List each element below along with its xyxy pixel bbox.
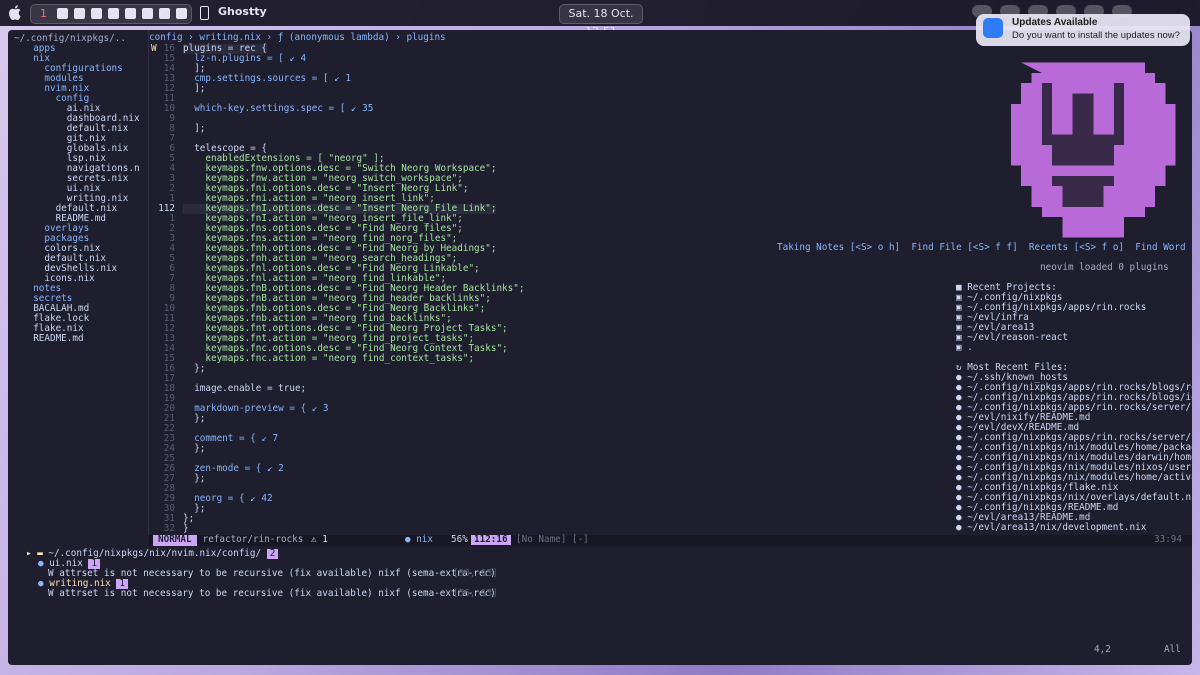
status-line: NORMAL refactor/rin-rocks ⚠ 1 ● nix 56% … [149,535,1192,546]
phone-icon [200,6,209,20]
dashboard-shortcuts[interactable]: Taking Notes [<S> o h] Find File [<S> f … [777,243,1192,253]
code-line[interactable]: image.enable = true; [183,384,306,394]
discord-icon [142,8,153,19]
active-app-name[interactable]: Ghostty [218,5,267,18]
code-line[interactable]: keymaps.fnc.action = "neorg find_context… [183,354,474,364]
qf-location2: [56, 13] [453,588,498,599]
warning-count: ⚠ 1 [311,534,328,545]
qf-location1: [98, 13] [453,568,498,579]
file-percent: 56% [451,534,468,545]
no-name-buffer: [No Name] [-] [516,534,589,545]
notification-title: Updates Available [1012,17,1098,28]
code-line[interactable]: }; [183,414,205,424]
code-line[interactable]: which-key.settings.spec = [ ↙ 35 [183,104,373,114]
telegram-icon [176,8,187,19]
code-line[interactable]: ]; [183,84,205,94]
qf-cursor-pos: 4,2 [1094,644,1111,655]
code-line[interactable]: } [183,524,189,534]
workspace-indicator[interactable]: 1 [30,4,192,24]
terminal-window[interactable]: ~/.config/nixpkgs/.. apps nix configurat… [8,30,1192,665]
workspace-number: 1 [40,7,47,20]
recent-file-item[interactable]: ● ~/evl/area13/nix/development.nix [956,523,1146,533]
tree-item[interactable]: README.md [22,334,83,344]
git-branch: refactor/rin-rocks [197,534,304,545]
line-number: 32 [163,523,175,534]
code-line[interactable]: }; [183,474,205,484]
skull-logo [1010,62,1176,238]
qf-message2[interactable]: W attrset is not necessary to be recursi… [48,589,496,599]
filetype: ● nix [405,534,433,545]
code-editor[interactable]: config › writing.nix › ƒ (anonymous lamb… [149,30,524,535]
right-position: 33:94 [1154,534,1182,545]
gamepad-icon [91,8,102,19]
code-line[interactable]: cmp.settings.sources = [ ↙ 1 [183,74,351,84]
mode-indicator: NORMAL [153,535,197,546]
clock[interactable]: Sat. 18 Oct. 13:51 [559,4,643,38]
chat-icon [159,8,170,19]
calendar-icon [74,8,85,19]
dashboard: Taking Notes [<S> o h] Find File [<S> f … [513,30,1192,535]
workspace-app-icons [57,8,187,19]
code-line[interactable]: }; [183,444,205,454]
notification-body: Do you want to install the updates now? [1012,30,1180,41]
mail-icon [108,8,119,19]
whatsapp-icon [125,8,136,19]
app-store-icon [983,18,1003,38]
terminal-icon [57,8,68,19]
file-tree[interactable]: ~/.config/nixpkgs/.. apps nix configurat… [8,30,149,535]
quickfix-panel[interactable]: ▸ ▬ ~/.config/nixpkgs/nix/nvim.nix/confi… [8,546,1192,665]
code-line[interactable]: }; [183,364,205,374]
qf-dir-count: 2 [266,549,279,559]
plugins-loaded: neovim loaded 0 plugins [1040,262,1169,273]
code-line[interactable]: ]; [183,124,205,134]
cursor-position: 112:16 [471,535,511,545]
recent-project-item[interactable]: ▣ . [956,343,973,353]
apple-icon[interactable] [9,5,23,20]
update-notification[interactable]: Updates Available Do you want to install… [976,14,1190,46]
qf-scroll: All [1164,644,1181,655]
breadcrumb: config › writing.nix › ƒ (anonymous lamb… [149,32,446,43]
